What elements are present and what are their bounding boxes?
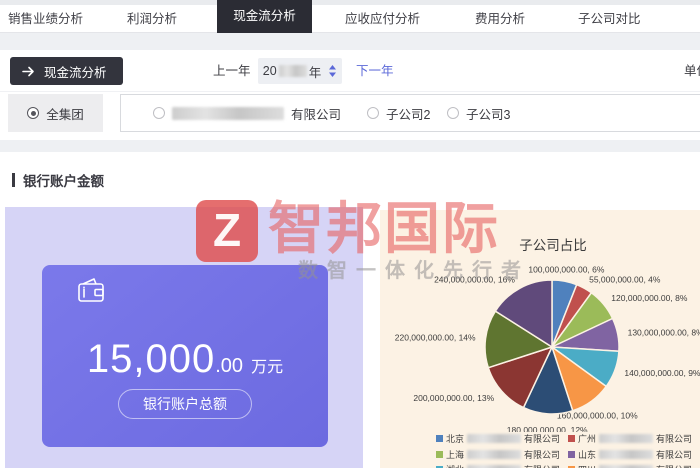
legend-company-redacted [467, 450, 521, 459]
pie-slice-label: 130,000,000.00, 8% [628, 328, 700, 338]
radio-icon[interactable] [153, 107, 165, 119]
legend-company-redacted [599, 434, 653, 443]
subsidiary-options-box: 有限公司 子公司2 子公司3 [120, 94, 700, 132]
legend-company-suffix: 有限公司 [656, 448, 692, 461]
company-radio-option[interactable]: 有限公司 [153, 95, 341, 131]
pie-slice-label: 55,000,000.00, 4% [589, 275, 661, 285]
section-marker-bar [12, 173, 15, 187]
amount-integer: 15,000 [87, 337, 215, 381]
main-tabbar: 销售业绩分析 利润分析 现金流分析 应收应付分析 费用分析 子公司对比 [0, 5, 700, 33]
pie-slice-label: 140,000,000.00, 9% [624, 368, 700, 378]
tab-cash-flow-analysis[interactable]: 现金流分析 [217, 0, 312, 33]
legend-swatch-icon [436, 451, 443, 458]
legend-company-prefix: 四川 [578, 463, 596, 468]
company-name-redacted [172, 107, 284, 120]
year-select[interactable]: 20 年 [258, 58, 342, 84]
amount-decimal: .00 [215, 355, 243, 377]
year-redacted [279, 65, 307, 77]
pie-slice-label: 220,000,000.00, 14% [395, 332, 476, 342]
legend-company-redacted [599, 450, 653, 459]
tab-subsidiary-compare[interactable]: 子公司对比 [578, 5, 641, 33]
radio-icon[interactable] [447, 107, 459, 119]
section-button-label: 现金流分析 [44, 62, 107, 81]
pie-slice-label: 120,000,000.00, 8% [611, 293, 688, 303]
tab-expense-analysis[interactable]: 费用分析 [475, 5, 525, 33]
legend-swatch-icon [568, 451, 575, 458]
radio-checked-icon[interactable] [27, 107, 39, 119]
divider-band [0, 140, 700, 152]
prev-year-button[interactable]: 上一年 [213, 50, 251, 92]
section-title: 银行账户金额 [23, 170, 104, 190]
legend-company-prefix: 山东 [578, 448, 596, 461]
legend-company-suffix: 有限公司 [524, 463, 560, 468]
legend-swatch-icon [568, 435, 575, 442]
radio-icon[interactable] [367, 107, 379, 119]
spinner-icon[interactable] [328, 64, 337, 78]
legend-company-suffix: 有限公司 [524, 432, 560, 445]
tab-profit-analysis[interactable]: 利润分析 [127, 5, 177, 33]
pie-slice-label: 100,000,000.00, 6% [528, 264, 605, 274]
wallet-icon [75, 275, 107, 305]
chart-legend: 北京有限公司广州有限公司上海有限公司山东有限公司湖北有限公司四川有限公司 [436, 432, 700, 468]
divider-band [0, 33, 700, 50]
tab-receivable-payable[interactable]: 应收应付分析 [345, 5, 420, 33]
year-value-prefix: 20 [263, 64, 277, 78]
next-year-button[interactable]: 下一年 [356, 50, 394, 92]
bank-balance-card: 15,000.00 万元 银行账户总额 [42, 265, 328, 447]
year-value-suffix: 年 [309, 62, 322, 81]
legend-company-redacted [467, 434, 521, 443]
legend-company-suffix: 有限公司 [656, 463, 692, 468]
pie-chart: 100,000,000.00, 6%55,000,000.00, 4% 120,0… [380, 250, 700, 432]
legend-item: 上海 有限公司 [436, 448, 568, 461]
pie-slice-label: 200,000,000.00, 13% [413, 393, 494, 403]
legend-item: 广州 有限公司 [568, 432, 700, 445]
arrow-right-icon [22, 66, 35, 77]
cash-flow-section-button[interactable]: 现金流分析 [10, 57, 123, 85]
whole-group-radio-option[interactable]: 全集团 [8, 94, 103, 132]
subsidiary3-label: 子公司3 [466, 104, 510, 123]
section-header: 银行账户金额 [12, 170, 104, 190]
legend-item: 四川 有限公司 [568, 463, 700, 468]
subsidiary2-label: 子公司2 [386, 104, 430, 123]
toolbar: 现金流分析 上一年 20 年 下一年 单位 [0, 50, 700, 92]
legend-item: 湖北 有限公司 [436, 463, 568, 468]
subsidiary-share-chart-panel: 子公司占比 100,000,000.00, 6%55,000,000.00, 4… [380, 210, 700, 468]
company-filter-row: 全集团 有限公司 子公司2 子公司3 [0, 92, 700, 140]
subsidiary3-radio-option[interactable]: 子公司3 [447, 95, 510, 131]
legend-company-suffix: 有限公司 [656, 432, 692, 445]
legend-company-prefix: 湖北 [446, 463, 464, 468]
legend-company-suffix: 有限公司 [524, 448, 560, 461]
legend-company-prefix: 上海 [446, 448, 464, 461]
unit-label: 单位 [684, 50, 700, 92]
total-amount: 15,000.00 万元 [42, 337, 328, 382]
whole-group-label: 全集团 [46, 104, 84, 123]
company-suffix-label: 有限公司 [291, 104, 341, 123]
legend-item: 山东 有限公司 [568, 448, 700, 461]
legend-company-prefix: 北京 [446, 432, 464, 445]
amount-unit: 万元 [251, 359, 283, 376]
bank-account-total-button[interactable]: 银行账户总额 [118, 389, 252, 419]
legend-company-prefix: 广州 [578, 432, 596, 445]
tab-sales-analysis[interactable]: 销售业绩分析 [8, 5, 83, 33]
pie-slice-label: 240,000,000.00, 16% [434, 275, 515, 285]
cash-flow-dashboard: 销售业绩分析 利润分析 现金流分析 应收应付分析 费用分析 子公司对比 现金流分… [0, 0, 700, 468]
pie-slice-label: 180,000,000.00, 12% [507, 425, 588, 432]
legend-swatch-icon [436, 435, 443, 442]
legend-item: 北京 有限公司 [436, 432, 568, 445]
subsidiary2-radio-option[interactable]: 子公司2 [367, 95, 430, 131]
bank-balance-panel: 15,000.00 万元 银行账户总额 [5, 207, 363, 468]
